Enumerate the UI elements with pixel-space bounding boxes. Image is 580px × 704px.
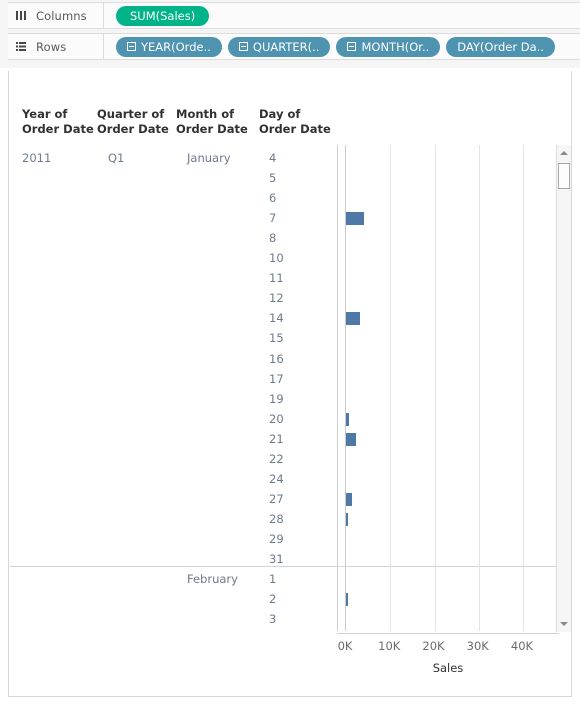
column-header-year: Year of Order Date bbox=[22, 107, 94, 136]
gridline bbox=[523, 145, 525, 631]
chevron-down-icon bbox=[560, 622, 568, 626]
vertical-scrollbar[interactable] bbox=[556, 145, 571, 632]
row-header-cell[interactable]: 22 bbox=[269, 452, 284, 466]
shelf-area: Columns SUM(Sales) Rows YEAR(Orde.. QUAR… bbox=[0, 0, 580, 68]
pill-day-order-date-label: DAY(Order Da.. bbox=[457, 39, 544, 54]
x-axis-tick-label: 40K bbox=[510, 639, 534, 653]
pane-wrapper: 2011 Q1 January 4 5 6 7 8 10 11 12 14 15 16 17 19 20 21 22… bbox=[9, 145, 571, 631]
columns-shelf-label: Columns bbox=[36, 8, 87, 23]
bar-mark[interactable] bbox=[346, 593, 348, 607]
row-header-cell[interactable]: 16 bbox=[269, 352, 284, 366]
rows-shelf-label: Rows bbox=[36, 39, 67, 54]
row-header-cell[interactable]: 19 bbox=[269, 392, 284, 406]
row-header-cell[interactable]: February bbox=[187, 572, 238, 586]
row-header-cell[interactable]: 8 bbox=[269, 231, 276, 245]
expand-icon[interactable] bbox=[127, 42, 136, 51]
row-group-separator bbox=[10, 566, 560, 568]
expand-icon[interactable] bbox=[238, 42, 248, 51]
bar-mark[interactable] bbox=[346, 412, 349, 426]
tableau-worksheet: Columns SUM(Sales) Rows YEAR(Orde.. QUAR… bbox=[0, 0, 580, 704]
expand-icon[interactable] bbox=[347, 42, 357, 51]
scrollbar-thumb[interactable] bbox=[558, 163, 570, 189]
row-header-cell[interactable]: 15 bbox=[269, 331, 284, 345]
bar-mark[interactable] bbox=[346, 212, 364, 226]
x-axis-title: Sales bbox=[432, 661, 464, 675]
row-header-cell[interactable]: 12 bbox=[269, 291, 284, 305]
x-axis-tick-label: 20K bbox=[422, 639, 445, 653]
columns-pill-list: SUM(Sales) bbox=[104, 5, 580, 26]
chevron-up-icon bbox=[560, 151, 568, 155]
pill-sum-sales-label: SUM(Sales) bbox=[130, 8, 196, 23]
column-header-day: Day of Order Date bbox=[259, 107, 331, 136]
bar-mark[interactable] bbox=[346, 492, 352, 506]
rows-shelf-label-box: Rows bbox=[8, 34, 104, 59]
row-header-cell[interactable]: 4 bbox=[269, 151, 276, 165]
bar-mark[interactable] bbox=[346, 432, 356, 446]
scroll-down-button[interactable] bbox=[557, 617, 571, 631]
row-header-cell[interactable]: 21 bbox=[269, 432, 284, 446]
row-header-cell[interactable]: 2011 bbox=[22, 151, 51, 165]
columns-shelf-label-box: Columns bbox=[8, 3, 104, 28]
gridline bbox=[478, 145, 480, 631]
row-header-cell[interactable]: 17 bbox=[269, 372, 284, 386]
row-header-cell[interactable]: 10 bbox=[269, 251, 284, 265]
x-axis[interactable]: Sales 0K 10K 20K 30K 40K bbox=[337, 633, 559, 696]
column-header-quarter: Quarter of Order Date bbox=[97, 107, 169, 136]
gridline bbox=[390, 145, 392, 631]
bar-mark[interactable] bbox=[346, 312, 361, 326]
rows-pill-list: YEAR(Orde.. QUARTER(.. MONTH(Or.. DAY(Or… bbox=[104, 36, 580, 57]
axis-rule bbox=[337, 633, 559, 634]
row-header-cell[interactable]: 27 bbox=[269, 492, 284, 506]
column-header-month: Month of Order Date bbox=[176, 107, 248, 136]
row-header-cell[interactable]: 6 bbox=[269, 191, 276, 205]
row-header-cell[interactable]: 28 bbox=[269, 512, 284, 526]
chart-pane bbox=[10, 145, 560, 631]
row-header-cell[interactable]: Q1 bbox=[108, 151, 124, 165]
pill-month-order-date[interactable]: MONTH(Or.. bbox=[336, 36, 441, 57]
row-header-cell[interactable]: 3 bbox=[269, 612, 276, 626]
x-axis-tick-label: 0K bbox=[337, 639, 353, 653]
row-header-cell[interactable]: 1 bbox=[269, 572, 276, 586]
row-header-cell[interactable]: 7 bbox=[269, 211, 276, 225]
scroll-up-button[interactable] bbox=[557, 146, 571, 160]
row-header-cell[interactable]: 11 bbox=[269, 271, 284, 285]
rows-icon bbox=[15, 40, 28, 53]
row-header-cell[interactable]: 24 bbox=[269, 472, 284, 486]
row-header-cell[interactable]: 2 bbox=[269, 592, 276, 606]
pill-day-order-date[interactable]: DAY(Order Da.. bbox=[446, 36, 555, 57]
row-header-cell[interactable]: 20 bbox=[269, 412, 284, 426]
pill-month-order-date-label: MONTH(Or.. bbox=[361, 39, 430, 54]
row-header-cell[interactable]: 31 bbox=[269, 552, 284, 566]
worksheet-view: Year of Order Date Quarter of Order Date… bbox=[8, 71, 572, 697]
row-header-cell[interactable]: 29 bbox=[269, 532, 284, 546]
row-header-cell[interactable]: 14 bbox=[269, 311, 284, 325]
x-axis-tick-label: 10K bbox=[378, 639, 401, 653]
pill-year-order-date[interactable]: YEAR(Orde.. bbox=[116, 36, 222, 57]
row-label-column: 2011 Q1 January 4 5 6 7 8 10 11 12 14 15 16 17 19 20 21 22… bbox=[9, 145, 337, 631]
rows-shelf[interactable]: Rows YEAR(Orde.. QUARTER(.. MONTH(Or.. D… bbox=[8, 33, 580, 60]
row-header-cell[interactable]: January bbox=[187, 151, 231, 165]
pill-quarter-order-date[interactable]: QUARTER(.. bbox=[227, 36, 331, 57]
columns-shelf[interactable]: Columns SUM(Sales) bbox=[8, 2, 580, 29]
pill-quarter-order-date-label: QUARTER(.. bbox=[252, 39, 320, 54]
columns-icon bbox=[15, 9, 28, 22]
pill-sum-sales[interactable]: SUM(Sales) bbox=[116, 5, 210, 26]
table-header-row: Year of Order Date Quarter of Order Date… bbox=[9, 107, 571, 145]
x-axis-tick-label: 30K bbox=[466, 639, 489, 653]
gridline bbox=[434, 145, 436, 631]
bar-mark[interactable] bbox=[346, 512, 348, 526]
row-header-cell[interactable]: 5 bbox=[269, 171, 276, 185]
pill-year-order-date-label: YEAR(Orde.. bbox=[141, 39, 211, 54]
